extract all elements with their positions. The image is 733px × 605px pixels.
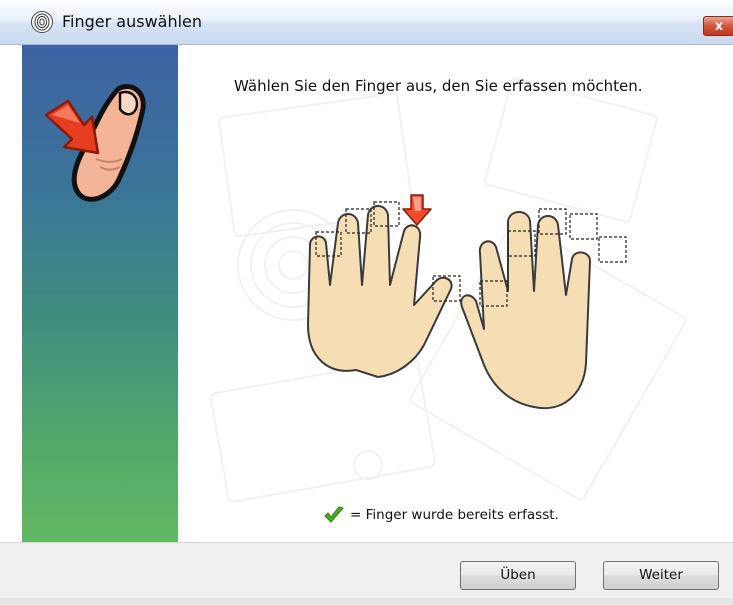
next-button[interactable]: Weiter	[603, 561, 719, 590]
sidebar-banner	[22, 45, 178, 542]
legend-text: = Finger wurde bereits erfasst.	[350, 507, 559, 523]
close-button[interactable]: x	[703, 16, 733, 36]
left-border	[0, 45, 22, 542]
practice-button[interactable]: Üben	[460, 561, 576, 590]
finger-select-icon	[44, 84, 146, 202]
content-area: Wählen Sie den Finger aus, den Sie erfas…	[178, 45, 733, 542]
bottom-border	[0, 598, 733, 604]
selected-finger-arrow	[402, 194, 432, 226]
instruction-text: Wählen Sie den Finger aus, den Sie erfas…	[234, 77, 643, 95]
finger-box-right-ring	[569, 213, 598, 240]
title-bar: Finger auswählen x	[0, 0, 733, 45]
fingerprint-icon	[31, 11, 53, 33]
button-bar: Üben Weiter	[0, 542, 733, 605]
checkmark-icon	[324, 506, 344, 523]
hands-illustration	[209, 77, 687, 503]
window-title: Finger auswählen	[62, 12, 203, 31]
legend: = Finger wurde bereits erfasst.	[324, 506, 559, 524]
finger-select-dialog: Finger auswählen x Wählen Sie den Finger…	[0, 0, 733, 605]
finger-box-right-pinky	[598, 236, 627, 263]
